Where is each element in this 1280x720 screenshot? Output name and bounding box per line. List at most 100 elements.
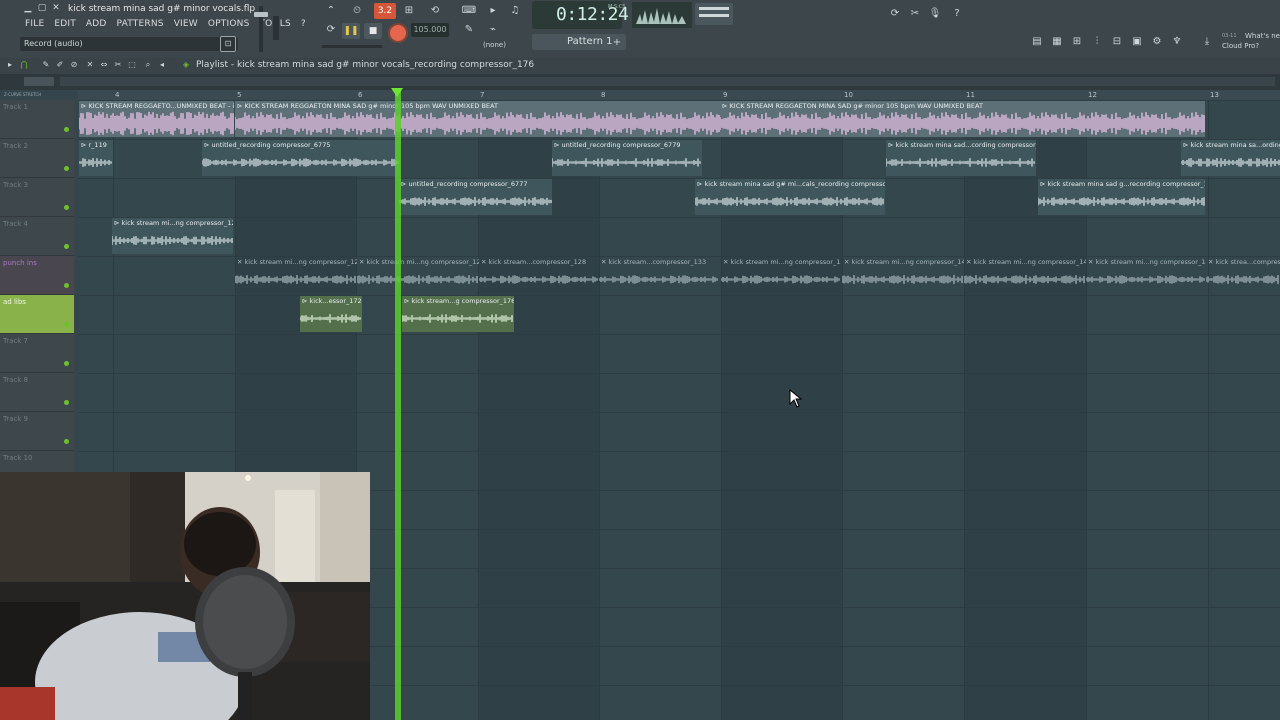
track-mute-indicator[interactable] (64, 127, 69, 132)
loop-record-icon[interactable]: ⟲ (426, 3, 444, 19)
track-header[interactable]: punch ins (0, 256, 74, 295)
minimize-icon[interactable]: ▁ (22, 3, 34, 14)
track-mute-indicator[interactable] (64, 283, 69, 288)
online-icon[interactable]: ⊡ (220, 36, 236, 52)
link-icon[interactable]: ⌁ (484, 22, 502, 38)
audio-clip[interactable]: ⊳ kick stream mi...ng compressor_120 (112, 218, 233, 254)
track-mute-indicator[interactable] (64, 205, 69, 210)
slice-tool-icon[interactable]: ✂ (112, 59, 124, 71)
menu-view[interactable]: VIEW (169, 18, 203, 32)
audio-clip[interactable]: ✕ kick stream mi...ng compressor_14 (1086, 257, 1206, 293)
menu-patterns[interactable]: PATTERNS (112, 18, 169, 32)
zoom-tool-icon[interactable]: ⌕ (142, 59, 154, 71)
mute-tool-icon[interactable]: ✕ (84, 59, 96, 71)
track-mute-indicator[interactable] (64, 322, 69, 327)
audio-clip[interactable]: ⊳ untitled_recording compressor_6775 (202, 140, 400, 176)
audio-clip[interactable]: ⊳ KICK STREAM REGGAETON MINA SAD g# mino… (720, 101, 1205, 137)
audio-clip[interactable]: ⊳ kick stream mina sa...ording c (1181, 140, 1280, 176)
menu-file[interactable]: FILE (20, 18, 49, 32)
audio-clip[interactable]: ✕ kick stream...compressor_128 (479, 257, 599, 293)
channel-rack-icon[interactable]: ⊞ (1068, 34, 1086, 50)
help-icon[interactable]: ? (948, 6, 966, 22)
typing-keyboard-icon[interactable]: ⌨ (460, 3, 478, 19)
audio-clip[interactable]: ⊳ kick stream mina sad...cording compres… (886, 140, 1036, 176)
audio-clip[interactable]: ⊳ r_119 (79, 140, 113, 176)
track-header[interactable]: Track 9 (0, 412, 74, 451)
menu-edit[interactable]: EDIT (49, 18, 81, 32)
tempo-tap-icon[interactable]: ♆ (1168, 34, 1186, 50)
channel-icon[interactable]: ⊟ (1108, 34, 1126, 50)
track-header[interactable]: Track 4 (0, 217, 74, 256)
menu-help[interactable]: ? (296, 18, 311, 32)
audio-clip[interactable]: ✕ kick stream mi...ng compressor_142 (964, 257, 1086, 293)
audio-clip[interactable]: ✕ kick stream...compressor_133 (599, 257, 719, 293)
song-position-slider[interactable] (322, 45, 382, 48)
audio-clip[interactable]: ✕ kick stream mi...ng compressor_122 (357, 257, 479, 293)
audio-clip[interactable]: ⊳ kick stream...g compressor_176 (402, 296, 514, 332)
audio-clip[interactable]: ⊳ kick stream mina sad g# mi...cals_reco… (695, 179, 885, 215)
audio-clip[interactable]: ⊳ untitled_recording compressor_6779 (552, 140, 702, 176)
pause-button[interactable]: ❚❚ (342, 23, 360, 39)
menu-add[interactable]: ADD (81, 18, 112, 32)
menu-options[interactable]: OPTIONS (203, 18, 255, 32)
magnet-icon[interactable]: ⋂ (18, 59, 30, 71)
news-line2[interactable]: Cloud Pro? (1222, 42, 1259, 50)
audio-clip[interactable]: ⊳ KICK STREAM REGGAETO...UNMIXED BEAT - … (79, 101, 234, 137)
audio-clip[interactable]: ⊳ kick...essor_172 (300, 296, 362, 332)
audio-clip[interactable]: ⊳ untitled_recording compressor_6777 (399, 179, 552, 215)
paint-tool-icon[interactable]: ✐ (54, 59, 66, 71)
pattern-song-toggle-icon[interactable]: ⟳ (322, 22, 340, 38)
audio-clip[interactable]: ✕ kick stream mi...ng compressor_121 (235, 257, 357, 293)
microphone-icon[interactable]: 🎙 (926, 6, 944, 22)
track-mute-indicator[interactable] (64, 361, 69, 366)
master-volume-handle[interactable] (254, 12, 268, 17)
select-tool-icon[interactable]: ⬚ (126, 59, 138, 71)
pattern-snap[interactable]: (none) (483, 41, 506, 49)
audio-clip[interactable]: ⊳ kick stream mina sad g...recording com… (1038, 179, 1205, 215)
track-mute-indicator[interactable] (64, 439, 69, 444)
track-mute-indicator[interactable] (64, 400, 69, 405)
delete-tool-icon[interactable]: ⊘ (68, 59, 80, 71)
plugin-icon[interactable]: ⚙ (1148, 34, 1166, 50)
step-edit-icon[interactable]: ▸ (484, 3, 502, 19)
playlist-menu-icon[interactable]: ▸ (4, 59, 16, 71)
download-icon[interactable]: ⤓ (1198, 34, 1216, 50)
playlist-overview-bar[interactable] (0, 74, 1280, 90)
news-line1[interactable]: What's new (1245, 32, 1280, 40)
audio-clip[interactable]: ✕ kick stream mi...ng compressor_135 (721, 257, 841, 293)
pencil-icon[interactable]: ✎ (460, 22, 478, 38)
metronome-icon[interactable]: ⌃ (322, 3, 340, 19)
restore-icon[interactable]: ▢ (36, 3, 48, 14)
mixer-icon[interactable]: ⫶ (1088, 34, 1106, 50)
track-header[interactable]: Track 8 (0, 373, 74, 412)
playlist-window-icon[interactable]: ▤ (1028, 34, 1046, 50)
playhead[interactable] (395, 90, 401, 720)
track-header[interactable]: Track 3 (0, 178, 74, 217)
master-pitch-slider[interactable] (273, 16, 279, 40)
refresh-icon[interactable]: ⟳ (886, 6, 904, 22)
record-button[interactable] (388, 23, 408, 43)
track-mute-indicator[interactable] (64, 166, 69, 171)
pattern-picker[interactable] (24, 77, 54, 86)
track-header[interactable]: ad libs (0, 295, 74, 334)
draw-tool-icon[interactable]: ✎ (40, 59, 52, 71)
pattern-add-icon[interactable]: + (610, 35, 624, 51)
playback-tool-icon[interactable]: ◂ (156, 59, 168, 71)
cut-tool-icon[interactable]: ✂ (906, 6, 924, 22)
playhead-marker[interactable] (391, 88, 403, 97)
blend-notes-icon[interactable]: ⊞ (400, 3, 418, 19)
stop-button[interactable]: ■ (364, 23, 382, 39)
tempo-display[interactable]: 105.000 (411, 23, 449, 37)
track-header[interactable]: Track 1 (0, 100, 74, 139)
audio-clip[interactable]: ✕ kick stream mi...ng compressor_141 (842, 257, 964, 293)
audio-icon[interactable]: ♫ (506, 3, 524, 19)
piano-roll-icon[interactable]: ▦ (1048, 34, 1066, 50)
track-mute-indicator[interactable] (64, 244, 69, 249)
close-icon[interactable]: ✕ (50, 3, 62, 14)
track-header[interactable]: Track 2 (0, 139, 74, 178)
audio-clip[interactable]: ⊳ KICK STREAM REGGAETON MINA SAD g# mino… (235, 101, 720, 137)
snap-value[interactable]: 3.2 (374, 3, 396, 19)
slip-tool-icon[interactable]: ⇔ (98, 59, 110, 71)
browser-icon[interactable]: ▣ (1128, 34, 1146, 50)
overview-scrollbar[interactable] (60, 77, 1275, 86)
